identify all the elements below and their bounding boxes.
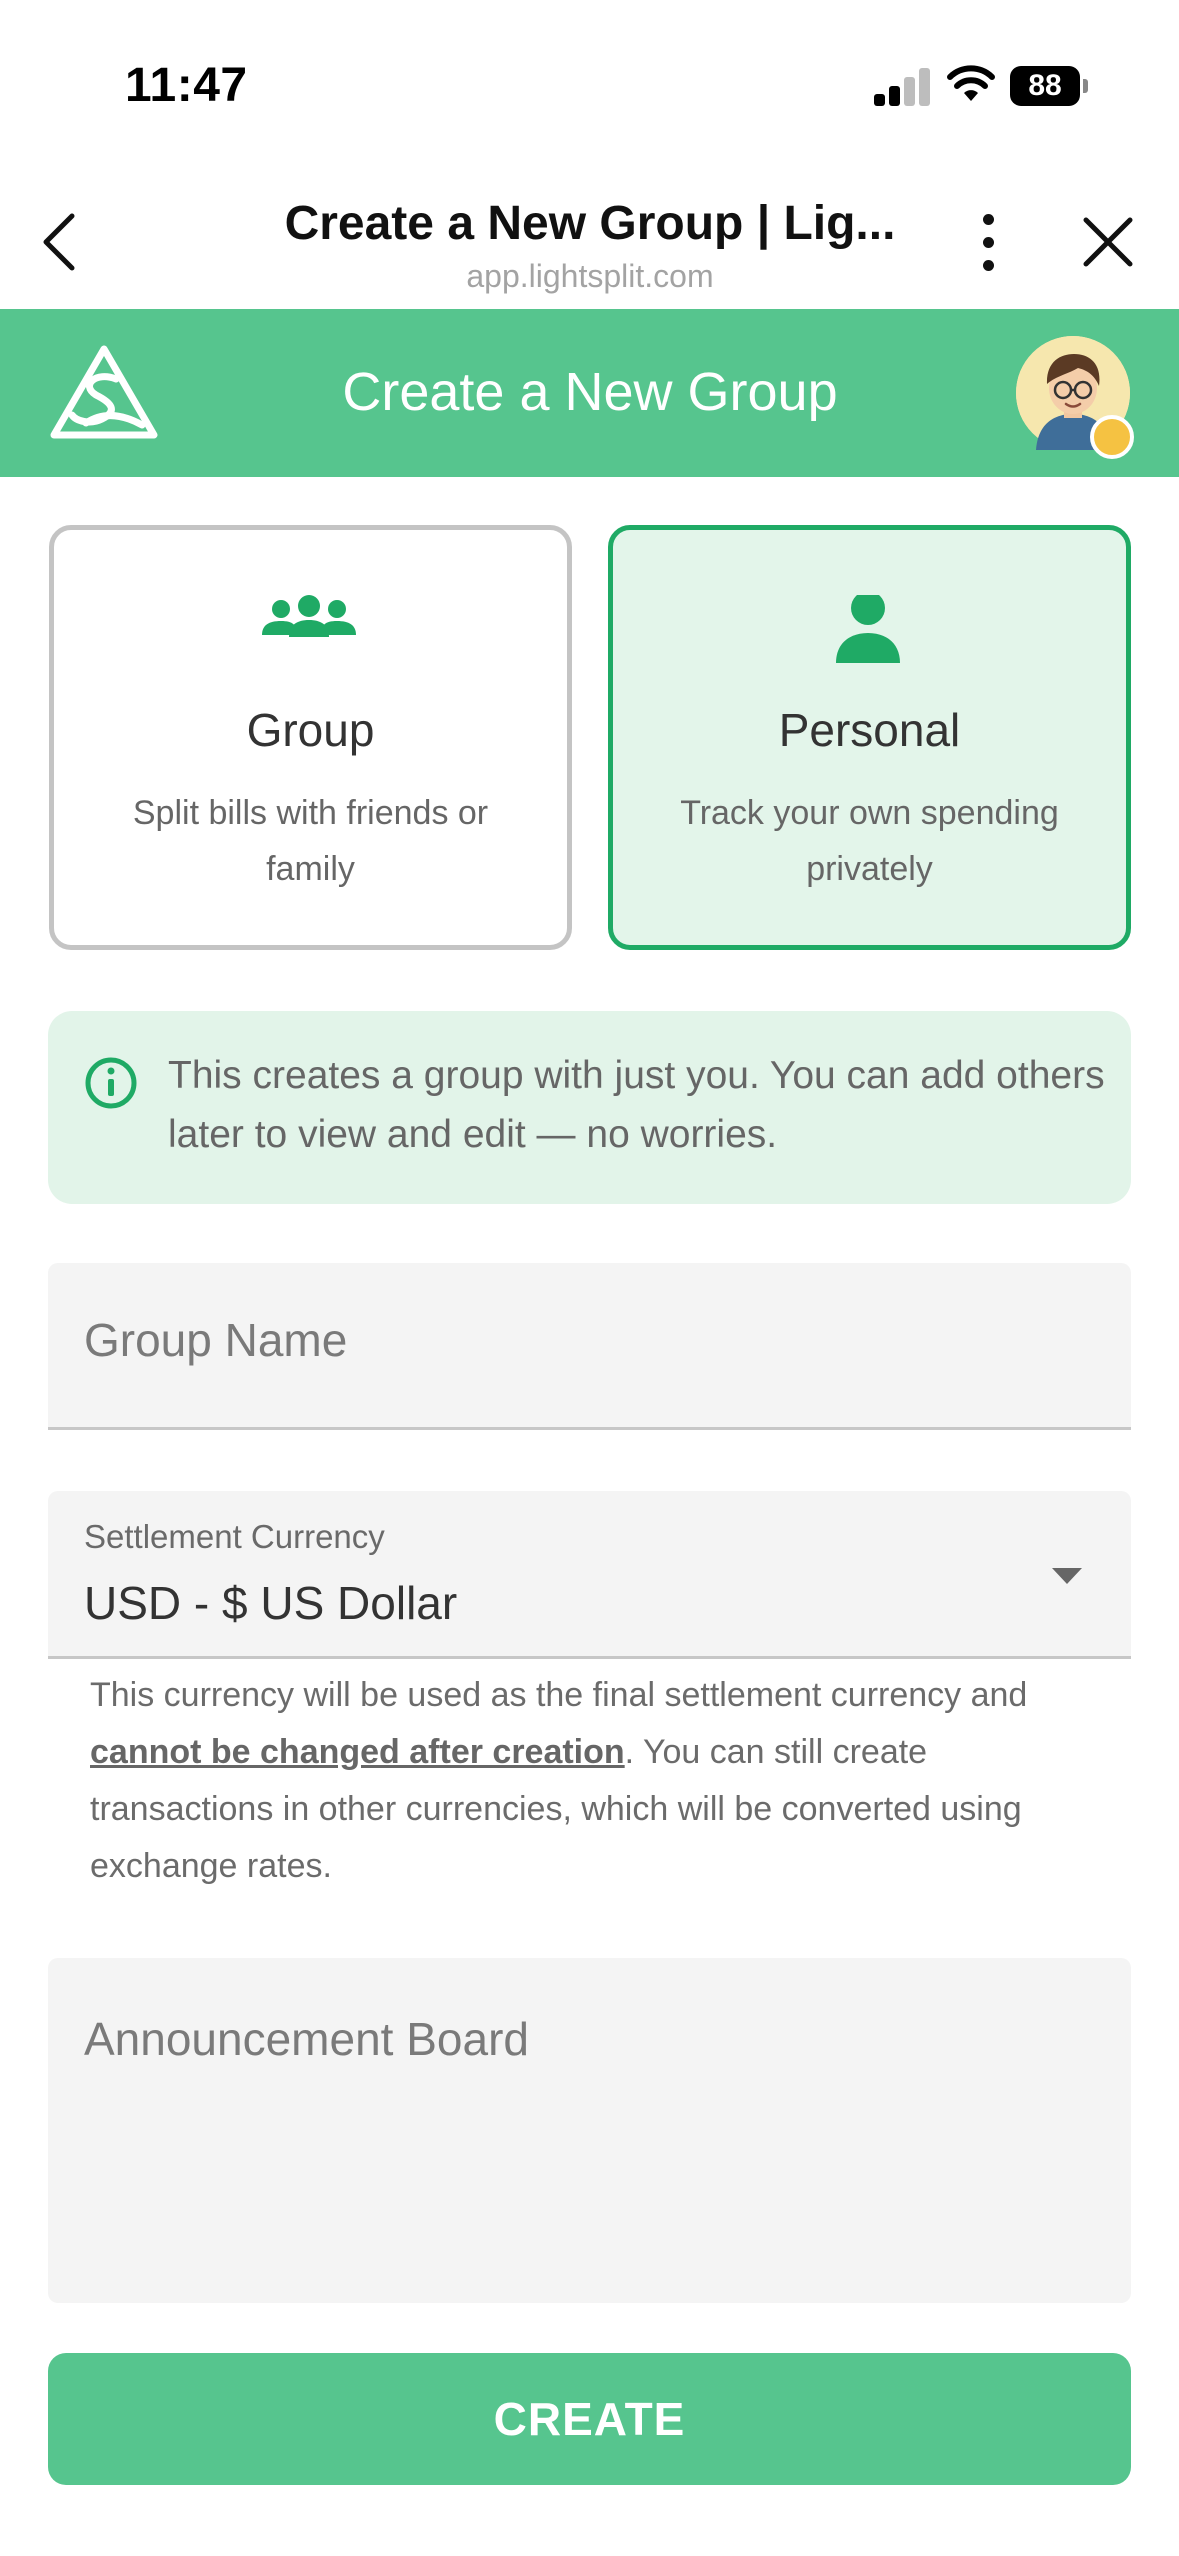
- currency-help-text: This currency will be used as the final …: [90, 1667, 1090, 1895]
- wifi-icon: [947, 65, 995, 101]
- create-button[interactable]: CREATE: [48, 2353, 1131, 2485]
- lightsplit-logo-icon[interactable]: [46, 341, 162, 445]
- info-banner: This creates a group with just you. You …: [48, 1011, 1131, 1204]
- battery-icon: 88: [1010, 66, 1088, 106]
- status-bar: 11:47 88: [0, 0, 1179, 170]
- group-card-title: Group: [246, 704, 375, 756]
- info-text: This creates a group with just you. You …: [168, 1054, 1105, 1156]
- currency-help-before: This currency will be used as the final …: [90, 1676, 1028, 1714]
- more-options-icon[interactable]: [972, 214, 1004, 274]
- app-title: Create a New Group: [342, 362, 838, 422]
- announcement-board-field[interactable]: [48, 1958, 1131, 2303]
- group-card-description: Split bills with friends or family: [132, 794, 489, 888]
- battery-level: 88: [1010, 66, 1080, 106]
- person-icon: [836, 595, 900, 663]
- avatar-star-badge-icon: [1090, 415, 1134, 459]
- info-icon: [85, 1057, 137, 1109]
- personal-card-title: Personal: [778, 704, 961, 756]
- currency-value: USD - $ US Dollar: [84, 1577, 458, 1629]
- dropdown-arrow-icon[interactable]: [1052, 1568, 1082, 1584]
- group-icon: [262, 595, 356, 637]
- close-icon[interactable]: [1080, 214, 1136, 270]
- app-bar: Create a New Group: [0, 309, 1179, 477]
- currency-help-emphasis: cannot be changed after creation: [90, 1733, 625, 1771]
- personal-card-description: Track your own spending privately: [680, 794, 1059, 888]
- status-time: 11:47: [125, 59, 248, 112]
- page-title: Create a New Group | Lig...: [284, 197, 896, 250]
- cellular-signal-icon: [874, 68, 930, 106]
- browser-header: Create a New Group | Lig... app.lightspl…: [0, 170, 1179, 310]
- back-icon[interactable]: [38, 210, 82, 274]
- personal-type-card[interactable]: Personal Track your own spending private…: [608, 525, 1131, 950]
- settlement-currency-select[interactable]: Settlement Currency USD - $ US Dollar: [48, 1491, 1131, 1659]
- group-name-input[interactable]: [84, 1313, 1084, 1367]
- currency-label: Settlement Currency: [84, 1518, 385, 1555]
- group-type-card[interactable]: Group Split bills with friends or family: [49, 525, 572, 950]
- announcement-board-input[interactable]: [84, 2012, 1084, 2272]
- group-name-field[interactable]: [48, 1263, 1131, 1430]
- page-url: app.lightsplit.com: [466, 258, 714, 294]
